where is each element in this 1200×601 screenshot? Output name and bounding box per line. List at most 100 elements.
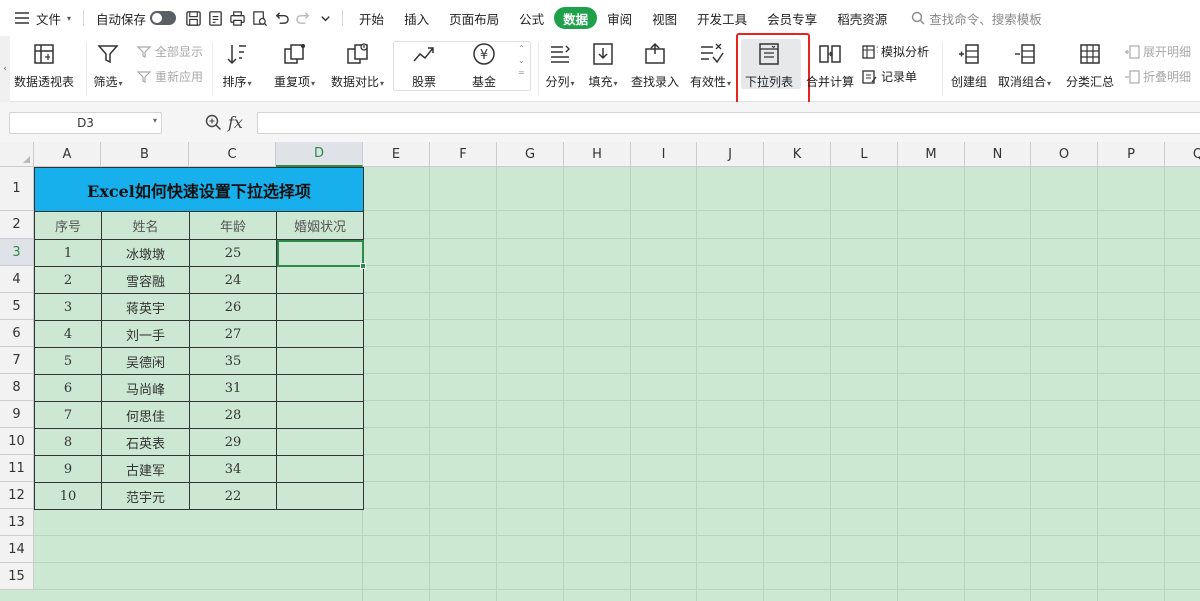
formula-input[interactable] bbox=[257, 112, 1200, 134]
consolidate-button[interactable]: 合并计算 bbox=[806, 39, 854, 90]
redo-icon[interactable] bbox=[292, 7, 314, 29]
ribbon-scroll-left-icon[interactable]: ‹ bbox=[0, 36, 10, 102]
row-header-2[interactable]: 2 bbox=[0, 211, 34, 239]
cell-marital-status[interactable] bbox=[276, 347, 364, 375]
column-header-p[interactable]: P bbox=[1098, 142, 1165, 167]
sort-button[interactable]: 排序▾ bbox=[222, 39, 252, 92]
tab-review[interactable]: 审阅 bbox=[597, 7, 642, 29]
cell-no[interactable]: 10 bbox=[34, 482, 102, 510]
header-cell-no[interactable]: 序号 bbox=[34, 211, 102, 240]
cell-age[interactable]: 26 bbox=[189, 293, 277, 321]
row-header-8[interactable]: 8 bbox=[0, 374, 34, 401]
cell-age[interactable]: 34 bbox=[189, 455, 277, 483]
cell-age[interactable]: 31 bbox=[189, 374, 277, 402]
cell-name[interactable]: 蒋英宇 bbox=[101, 293, 190, 321]
name-box[interactable]: D3 ▾ bbox=[9, 112, 162, 134]
tab-page-layout[interactable]: 页面布局 bbox=[439, 7, 509, 29]
column-header-n[interactable]: N bbox=[965, 142, 1031, 167]
tab-developer[interactable]: 开发工具 bbox=[687, 7, 757, 29]
cell-name[interactable]: 吴德闲 bbox=[101, 347, 190, 375]
cell-name[interactable]: 何思佳 bbox=[101, 401, 190, 429]
ungroup-button[interactable]: 取消组合▾ bbox=[998, 39, 1051, 92]
cell-marital-status[interactable] bbox=[276, 401, 364, 429]
cell-marital-status[interactable] bbox=[276, 320, 364, 348]
row-header-13[interactable]: 13 bbox=[0, 509, 34, 536]
tab-home[interactable]: 开始 bbox=[349, 7, 394, 29]
cell-age[interactable]: 25 bbox=[189, 239, 277, 267]
column-header-d[interactable]: D bbox=[276, 142, 363, 167]
tab-insert[interactable]: 插入 bbox=[394, 7, 439, 29]
collapse-detail-button[interactable]: 折叠明细 bbox=[1124, 68, 1191, 85]
zoom-icon[interactable] bbox=[205, 114, 222, 131]
lookup-entry-button[interactable]: 查找录入 bbox=[631, 39, 679, 90]
cell-no[interactable]: 1 bbox=[34, 239, 102, 267]
column-header-j[interactable]: J bbox=[697, 142, 764, 167]
row-header-7[interactable]: 7 bbox=[0, 347, 34, 374]
header-cell-marital-status[interactable]: 婚姻状况 bbox=[276, 211, 364, 240]
stocks-button[interactable]: 股票 bbox=[409, 39, 439, 90]
column-header-g[interactable]: G bbox=[497, 142, 564, 167]
file-menu[interactable]: 文件 ▾ bbox=[0, 6, 77, 30]
save-icon[interactable] bbox=[182, 7, 204, 29]
cell-marital-status[interactable] bbox=[276, 266, 364, 294]
filter-button[interactable]: 筛选▾ bbox=[93, 39, 123, 92]
cell-age[interactable]: 35 bbox=[189, 347, 277, 375]
tab-member[interactable]: 会员专享 bbox=[757, 7, 827, 29]
row-header-6[interactable]: 6 bbox=[0, 320, 34, 347]
cell-age[interactable]: 29 bbox=[189, 428, 277, 456]
column-header-b[interactable]: B bbox=[101, 142, 189, 167]
cell-age[interactable]: 24 bbox=[189, 266, 277, 294]
cell-marital-status[interactable] bbox=[276, 428, 364, 456]
cell-name[interactable]: 范宇元 bbox=[101, 482, 190, 510]
cell-no[interactable]: 2 bbox=[34, 266, 102, 294]
print-preview-icon[interactable] bbox=[248, 7, 270, 29]
row-header-4[interactable]: 4 bbox=[0, 266, 34, 293]
cell-name[interactable]: 冰墩墩 bbox=[101, 239, 190, 267]
fill-button[interactable]: 填充▾ bbox=[588, 39, 618, 92]
select-all-corner[interactable] bbox=[0, 142, 34, 167]
customize-toolbar-icon[interactable] bbox=[314, 7, 336, 29]
row-header-14[interactable]: 14 bbox=[0, 536, 34, 563]
column-header-q[interactable]: Q bbox=[1165, 142, 1200, 167]
column-header-h[interactable]: H bbox=[564, 142, 631, 167]
row-header-9[interactable]: 9 bbox=[0, 401, 34, 428]
pivot-table-button[interactable]: 数据透视表 bbox=[14, 39, 74, 90]
selected-cell-d3[interactable] bbox=[276, 239, 366, 269]
column-header-c[interactable]: C bbox=[189, 142, 276, 167]
show-all-button[interactable]: 全部显示 bbox=[136, 43, 203, 60]
column-header-k[interactable]: K bbox=[764, 142, 831, 167]
print-icon[interactable] bbox=[226, 7, 248, 29]
header-cell-name[interactable]: 姓名 bbox=[101, 211, 190, 240]
export-pdf-icon[interactable] bbox=[204, 7, 226, 29]
split-column-button[interactable]: 分列▾ bbox=[545, 39, 575, 92]
autosave-toggle[interactable]: 自动保存 bbox=[90, 6, 182, 30]
column-header-e[interactable]: E bbox=[363, 142, 430, 167]
funds-button[interactable]: ¥ 基金 bbox=[469, 39, 499, 90]
row-header-1[interactable]: 1 bbox=[0, 167, 34, 211]
column-header-i[interactable]: I bbox=[631, 142, 697, 167]
cell-no[interactable]: 5 bbox=[34, 347, 102, 375]
cell-name[interactable]: 雪容融 bbox=[101, 266, 190, 294]
duplicates-button[interactable]: 重复项▾ bbox=[274, 39, 315, 92]
cell-marital-status[interactable] bbox=[276, 293, 364, 321]
create-group-button[interactable]: 创建组 bbox=[951, 39, 987, 90]
data-compare-button[interactable]: 数据对比▾ bbox=[331, 39, 384, 92]
insert-function-icon[interactable]: fx bbox=[228, 113, 243, 132]
what-if-analysis-button[interactable]: ? 模拟分析 bbox=[862, 43, 929, 60]
row-header-11[interactable]: 11 bbox=[0, 455, 34, 482]
expand-detail-button[interactable]: 展开明细 bbox=[1124, 43, 1191, 60]
dropdown-list-button[interactable]: 下拉列表 bbox=[745, 39, 793, 90]
table-title[interactable]: Excel如何快速设置下拉选择项 bbox=[34, 167, 364, 212]
cell-age[interactable]: 22 bbox=[189, 482, 277, 510]
column-header-a[interactable]: A bbox=[34, 142, 101, 167]
tab-view[interactable]: 视图 bbox=[642, 7, 687, 29]
header-cell-age[interactable]: 年龄 bbox=[189, 211, 277, 240]
command-search[interactable]: 查找命令、搜索模板 bbox=[911, 9, 1042, 28]
record-form-button[interactable]: 记录单 bbox=[862, 68, 917, 85]
row-header-15[interactable]: 15 bbox=[0, 563, 34, 590]
cell-no[interactable]: 7 bbox=[34, 401, 102, 429]
tab-docer-resources[interactable]: 稻壳资源 bbox=[827, 7, 897, 29]
cell-name[interactable]: 古建军 bbox=[101, 455, 190, 483]
tab-data[interactable]: 数据 bbox=[554, 7, 598, 29]
row-header-3[interactable]: 3 bbox=[0, 239, 34, 266]
